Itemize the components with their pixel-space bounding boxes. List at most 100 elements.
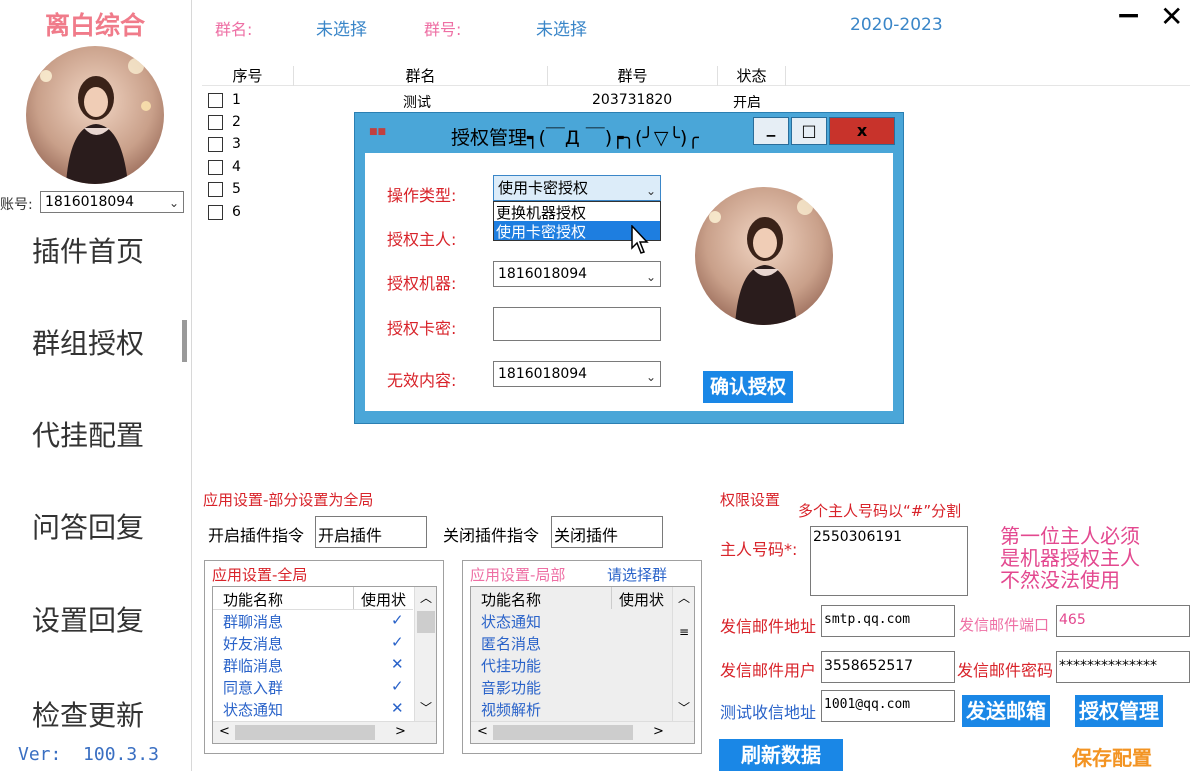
dialog-maximize-button[interactable]: □ <box>791 117 827 145</box>
dialog-minimize-button[interactable]: ▁ <box>753 117 789 145</box>
list-item[interactable]: 视频解析 <box>481 699 541 721</box>
col-id: 群号 <box>548 66 718 86</box>
row-checkbox[interactable] <box>208 205 223 220</box>
nav-item-proxy-config[interactable]: 代挂配置 <box>32 414 144 454</box>
scroll-thumb[interactable] <box>235 725 375 740</box>
dialog-content: 操作类型: 使用卡密授权 ⌄ 更换机器授权 使用卡密授权 授权主人: 授权机器: … <box>365 153 893 411</box>
list-item[interactable]: 状态通知 <box>481 611 541 633</box>
list-item[interactable]: 音影功能 <box>481 677 541 699</box>
perm-title: 权限设置 <box>720 491 781 509</box>
app-title: 离白综合 <box>44 11 145 40</box>
chevron-up-icon[interactable]: ︿ <box>678 589 690 606</box>
owner-input[interactable]: 2550306191 <box>810 526 968 596</box>
user-label: 发信邮件用户 <box>720 661 817 680</box>
col-no: 序号 <box>202 66 294 86</box>
col-name: 群名 <box>294 66 548 86</box>
group-id-value: 未选择 <box>536 20 587 40</box>
list-item[interactable]: 群聊消息 ✓ <box>223 611 413 633</box>
local-settings-title: 应用设置-局部 <box>470 566 566 584</box>
years-label: 2020-2023 <box>850 15 943 35</box>
confirm-auth-button[interactable]: 确认授权 <box>703 371 793 403</box>
select-group-hint: 请选择群 <box>607 566 668 584</box>
row-checkbox[interactable] <box>208 115 223 130</box>
table-row[interactable]: 1 测试 203731820 开启 <box>202 90 1002 112</box>
vertical-scrollbar[interactable]: ︿ ﹀ <box>414 587 436 721</box>
smtp-label: 发信邮件地址 <box>720 617 817 636</box>
op-type-label: 操作类型: <box>387 186 457 205</box>
col-status: 状态 <box>718 66 786 86</box>
row-checkbox[interactable] <box>208 160 223 175</box>
list-item[interactable]: 好友消息 ✓ <box>223 633 413 655</box>
account-select[interactable]: 1816018094 ⌄ <box>40 191 184 213</box>
global-feature-list: 功能名称 使用状 群聊消息 ✓ 好友消息 ✓ 群临消息 ✕ 同意入群 ✓ 状态通知 ✕ ︿… <box>212 586 437 744</box>
list-item[interactable]: 匿名消息 <box>481 633 541 655</box>
horizontal-scrollbar[interactable]: < > <box>213 721 436 743</box>
list-item[interactable]: 群临消息 ✕ <box>223 655 413 677</box>
local-feature-list: 功能名称 使用状 状态通知 匿名消息 代挂功能 音影功能 视频解析 ︿ ≡ ﹀ … <box>470 586 695 744</box>
minimize-button[interactable]: − <box>1116 0 1141 33</box>
send-mail-button[interactable]: 发送邮箱 <box>962 695 1050 727</box>
pwd-label: 发信邮件密码 <box>957 661 1054 680</box>
row-checkbox[interactable] <box>208 137 223 152</box>
chevron-right-icon[interactable]: > <box>653 724 664 739</box>
chevron-left-icon[interactable]: < <box>219 724 230 739</box>
chevron-down-icon: ⌄ <box>645 184 656 198</box>
dialog-avatar <box>695 187 833 325</box>
dialog-title: 授权管理┑(￣Д ￣)┍╮(╯▽╰)╭ <box>451 127 699 149</box>
chevron-down-icon: ⌄ <box>645 370 656 384</box>
chevron-right-icon[interactable]: > <box>395 724 406 739</box>
list-item[interactable]: 状态通知 ✕ <box>223 699 413 721</box>
nav-item-plugin-home[interactable]: 插件首页 <box>32 230 144 270</box>
close-cmd-label: 关闭插件指令 <box>443 526 540 545</box>
account-label: 账号: <box>0 197 33 213</box>
close-button[interactable]: ✕ <box>1160 0 1183 33</box>
group-name-label: 群名: <box>215 20 253 39</box>
op-type-select[interactable]: 使用卡密授权 ⌄ <box>493 175 661 201</box>
invalid-select[interactable]: 1816018094 ⌄ <box>493 361 661 387</box>
sidebar-scrollbar[interactable] <box>182 320 187 362</box>
test-input[interactable]: 1001@qq.com <box>821 690 955 722</box>
account-value: 1816018094 <box>45 194 135 210</box>
group-id-label: 群号: <box>424 20 462 39</box>
user-input[interactable]: 3558652517 <box>821 651 955 683</box>
chevron-left-icon[interactable]: < <box>477 724 488 739</box>
nav-item-group-auth[interactable]: 群组授权 <box>32 322 144 362</box>
close-cmd-input[interactable]: 关闭插件 <box>551 516 663 548</box>
port-input[interactable]: 465 <box>1056 605 1190 637</box>
row-checkbox[interactable] <box>208 182 223 197</box>
dialog-close-button[interactable]: x <box>829 117 895 145</box>
save-config-button[interactable]: 保存配置 <box>1072 742 1152 771</box>
scroll-thumb[interactable] <box>493 725 633 740</box>
col-feature-name: 功能名称 <box>223 591 284 609</box>
row-checkbox[interactable] <box>208 93 223 108</box>
app-icon: ■■ <box>369 127 387 137</box>
port-label: 发信邮件端口 <box>959 616 1050 634</box>
refresh-data-button[interactable]: 刷新数据 <box>719 739 843 771</box>
owner-note: 第一位主人必须 是机器授权主人 不然没法使用 <box>1000 524 1140 592</box>
global-settings-title: 应用设置-全局 <box>212 566 308 584</box>
nav-item-check-update[interactable]: 检查更新 <box>32 694 144 734</box>
dropdown-option[interactable]: 更换机器授权 <box>496 202 658 222</box>
nav-item-settings-reply[interactable]: 设置回复 <box>32 599 144 639</box>
chevron-down-icon[interactable]: ﹀ <box>678 699 690 716</box>
chevron-down-icon[interactable]: ﹀ <box>420 699 432 716</box>
vertical-scrollbar[interactable]: ︿ ≡ ﹀ <box>672 587 694 721</box>
card-input[interactable] <box>493 307 661 341</box>
machine-select[interactable]: 1816018094 ⌄ <box>493 261 661 287</box>
nav-item-qa-reply[interactable]: 问答回复 <box>32 506 144 546</box>
scroll-grip-icon[interactable]: ≡ <box>679 625 689 639</box>
auth-manage-button[interactable]: 授权管理 <box>1075 695 1163 727</box>
horizontal-scrollbar[interactable]: < > <box>471 721 694 743</box>
auth-dialog: ■■ 授权管理┑(￣Д ￣)┍╮(╯▽╰)╭ ▁ □ x 操作类型: 使用卡密授… <box>354 112 904 424</box>
col-feature-name: 功能名称 <box>481 591 542 609</box>
open-cmd-input[interactable]: 开启插件 <box>315 516 427 548</box>
list-item[interactable]: 同意入群 ✓ <box>223 677 413 699</box>
chevron-down-icon: ⌄ <box>645 270 656 284</box>
chevron-up-icon[interactable]: ︿ <box>420 589 432 606</box>
smtp-input[interactable]: smtp.qq.com <box>821 605 955 637</box>
scroll-thumb[interactable] <box>417 611 435 633</box>
owner-auth-label: 授权主人: <box>387 230 457 249</box>
pwd-input[interactable]: ************** <box>1056 651 1190 683</box>
cursor-arrow-icon <box>631 224 651 259</box>
list-item[interactable]: 代挂功能 <box>481 655 541 677</box>
